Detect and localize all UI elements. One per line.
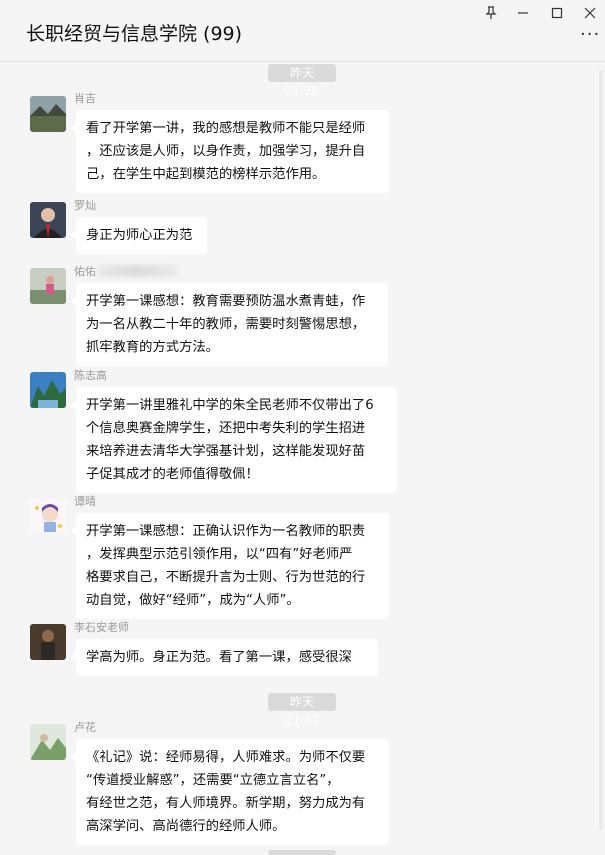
avatar[interactable] [30,268,66,304]
message-line: 身正为师心正为范 [86,228,193,243]
message-line: 看了开学第一讲，我的感想是教师不能只是经师 [86,121,366,136]
message-line: ，发挥典型示范引领作用，以“四有”好老师严 [86,547,353,562]
message-bubble[interactable]: 开学第一讲里雅礼中学的朱全民老师不仅带出了6 个信息奥赛金牌学生，还把中考失利的… [71,387,397,493]
message-bubble[interactable]: 《礼记》说：经师易得，人师难求。为师不仅要 “传道授业解惑”，还需要“立德立言立… [71,739,389,845]
avatar[interactable] [30,498,66,534]
message-line: 个信息奥赛金牌学生，还把中考失利的学生招进 [86,421,366,436]
sender-name: 佑佑 [74,265,96,278]
message-line: “传道授业解惑”，还需要“立德立言立名”， [86,773,340,788]
message-bubble[interactable]: 学高为师。身正为范。看了第一课，感受很深 [71,639,378,676]
scrollbar[interactable] [599,70,603,830]
sender-name: 李石安老师 [74,621,129,634]
message-line: 《礼记》说：经师易得，人师难求。为师不仅要 [86,750,366,765]
message-bubble[interactable]: 开学第一课感想：教育需要预防温水煮青蛙，作 为一名从教二十年的教师，需要时刻警惕… [71,283,388,366]
chat-area[interactable]: 昨天 21:20 肖吉 看了开学第一讲，我的感想是教师不能只是经师 ，还应该是人… [0,62,605,855]
chat-title: 长职经贸与信息学院 (99) [26,23,243,45]
minimize-icon[interactable] [513,6,533,22]
message-line: 格要求自己，不断提升言为士则、行为世范的行 [86,570,366,585]
message-line: 高深学问、高尚德行的经师人师。 [86,819,286,834]
message-line: 己，在学生中起到模范的榜样示范作用。 [86,167,326,182]
sender-name: 罗灿 [74,199,96,212]
maximize-icon[interactable] [547,6,567,22]
avatar[interactable] [30,96,66,132]
blurred-text [98,265,178,277]
more-icon[interactable]: ··· [580,26,600,44]
avatar[interactable] [30,624,66,660]
message-line: 开学第一讲里雅礼中学的朱全民老师不仅带出了6 [86,398,374,413]
sender-name: 谭晴 [74,495,96,508]
timestamp: 昨天 21:20 [268,64,336,98]
sender-name: 卢花 [74,721,96,734]
message-bubble[interactable]: 身正为师心正为范 [71,217,207,254]
timestamp: 昨天 21:47 [268,693,336,727]
message-line: 来培养进去清华大学强基计划，这样能发现好苗 [86,444,366,459]
message-line: ，还应该是人师，以身作责，加强学习，提升自 [86,144,366,159]
message-bubble[interactable]: 开学第一课感想：正确认识作为一名教师的职责 ，发挥典型示范引领作用，以“四有”好… [71,513,389,619]
message-line: 开学第一课感想：教育需要预防温水煮青蛙，作 [86,294,366,309]
message-line: 抓牢教育的方式方法。 [86,340,219,355]
message-line: 有经世之范，有人师境界。新学期，努力成为有 [86,796,366,811]
title-bar: 长职经贸与信息学院 (99) ··· [0,0,605,62]
pin-icon[interactable] [481,6,501,22]
message-bubble[interactable]: 看了开学第一讲，我的感想是教师不能只是经师 ，还应该是人师，以身作责，加强学习，… [71,110,389,193]
sender-name: 陈志高 [74,369,107,382]
message-line: 动自觉，做好“经师”，成为“人师”。 [86,593,300,608]
message-line: 子促其成才的老师值得敬佩！ [86,467,259,482]
sender-name: 肖吉 [74,92,96,105]
message-line: 开学第一课感想：正确认识作为一名教师的职责 [86,524,366,539]
avatar[interactable] [30,372,66,408]
avatar[interactable] [30,202,66,238]
message-line: 学高为师。身正为范。看了第一课，感受很深 [86,650,352,665]
avatar[interactable] [30,724,66,760]
close-icon[interactable] [580,6,600,22]
next-timestamp-partial [268,850,336,855]
message-line: 为一名从教二十年的教师，需要时刻警惕思想， [86,317,366,332]
